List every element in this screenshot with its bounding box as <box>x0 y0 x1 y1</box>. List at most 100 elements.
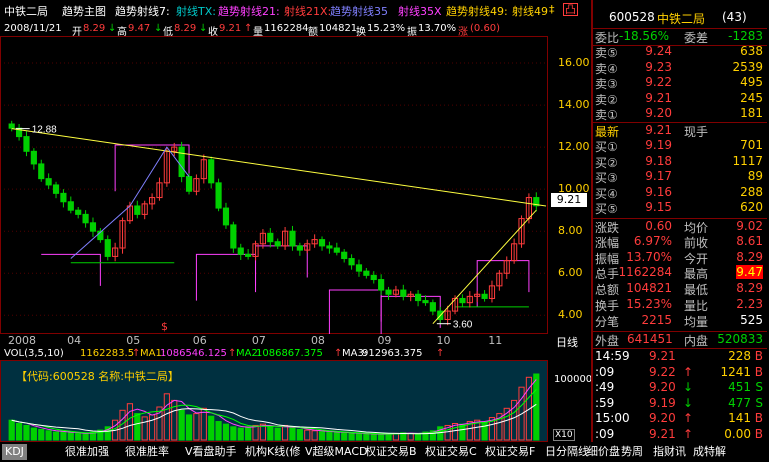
indicator-tab[interactable]: 指财讯 <box>650 444 689 460</box>
volume-bar[interactable] <box>215 421 222 441</box>
volume-bar[interactable] <box>341 432 348 441</box>
volume-bar[interactable] <box>533 373 540 441</box>
candle[interactable] <box>134 205 141 215</box>
candle[interactable] <box>326 245 333 249</box>
indicator-tab[interactable]: V超级MACD <box>302 444 371 460</box>
volume-bar[interactable] <box>45 430 52 441</box>
volume-bar[interactable] <box>370 433 377 441</box>
x10-button[interactable]: X10 <box>553 429 575 441</box>
indicator-tab[interactable]: KDJ <box>2 444 27 460</box>
candle[interactable] <box>370 274 377 281</box>
candle[interactable] <box>385 289 392 295</box>
volume-bar[interactable] <box>82 433 89 441</box>
indicator-tab[interactable]: 很准加强 <box>62 444 112 460</box>
volume-bar[interactable] <box>208 415 215 441</box>
stat-row[interactable]: 涨幅 6.97% 前收 8.61 <box>591 234 767 250</box>
indicator-tab[interactable]: V看盘助手 <box>182 444 240 460</box>
volume-bar[interactable] <box>318 430 326 441</box>
volume-bar[interactable] <box>185 414 193 441</box>
volume-bar[interactable] <box>230 426 237 441</box>
stock-name[interactable]: 中铁二局 <box>4 3 48 19</box>
tick-row[interactable]: :09 9.22 ↑ 1241 B <box>591 365 767 381</box>
candle[interactable] <box>378 279 385 291</box>
candle[interactable] <box>318 239 326 247</box>
stat-row[interactable]: 总额 104821 最低 8.29 <box>591 281 767 297</box>
volume-bar[interactable] <box>414 433 422 441</box>
candle[interactable] <box>422 300 429 304</box>
volume-bar[interactable] <box>274 427 281 441</box>
volume-bar[interactable] <box>355 432 363 441</box>
candle[interactable] <box>400 289 407 297</box>
candle[interactable] <box>67 201 74 211</box>
candle[interactable] <box>60 192 67 203</box>
candle[interactable] <box>355 264 363 272</box>
volume-bar[interactable] <box>326 431 333 441</box>
candle[interactable] <box>296 245 303 251</box>
tick-row[interactable]: :49 9.20 ↓ 451 S <box>591 380 767 396</box>
candle[interactable] <box>89 222 97 232</box>
candle[interactable] <box>245 253 252 257</box>
indicator-name[interactable]: 趋势主图 <box>62 3 106 19</box>
candle[interactable] <box>237 247 244 255</box>
price-chart[interactable]: 12.88 3.60 <box>0 36 588 334</box>
volume-bar[interactable] <box>23 424 30 441</box>
candle[interactable] <box>274 241 281 247</box>
stat-row[interactable]: 涨跌 0.60 均价 9.02 <box>591 218 767 235</box>
candle[interactable] <box>289 230 296 247</box>
sell-level-row[interactable]: 卖① 9.20 181 <box>591 106 767 122</box>
buy-level-row[interactable]: 买② 9.18 1117 <box>591 154 767 170</box>
candle[interactable] <box>341 251 348 260</box>
indicator-tab[interactable]: 很准胜率 <box>122 444 172 460</box>
volume-bar[interactable] <box>134 413 141 441</box>
volume-bar[interactable] <box>385 433 392 441</box>
candle[interactable] <box>481 293 488 299</box>
candle[interactable] <box>82 213 89 224</box>
sell-level-row[interactable]: 卖③ 9.22 495 <box>591 75 767 91</box>
volume-bar[interactable] <box>437 426 444 441</box>
candle[interactable] <box>178 146 185 178</box>
sell-level-row[interactable]: 卖④ 9.23 2539 <box>591 60 767 76</box>
volume-bar[interactable] <box>8 419 15 441</box>
volume-bar[interactable] <box>60 430 67 441</box>
candle[interactable] <box>45 178 52 186</box>
indicator-tab[interactable]: 权证交易F <box>482 444 538 460</box>
candle[interactable] <box>414 293 422 302</box>
buy-level-row[interactable]: 买① 9.19 701 <box>591 138 767 154</box>
volume-bar[interactable] <box>363 433 370 441</box>
indicator-tab[interactable]: 权证交易C <box>422 444 480 460</box>
volume-bar[interactable] <box>67 432 74 441</box>
volume-bar[interactable] <box>237 427 244 441</box>
stat-row[interactable]: 换手 15.23% 量比 2.23 <box>591 297 767 313</box>
candle[interactable] <box>459 297 466 304</box>
volume-bar[interactable] <box>222 423 230 441</box>
tick-row[interactable]: 15:00 9.20 ↑ 141 B <box>591 411 767 427</box>
volume-bar[interactable] <box>245 426 252 441</box>
indicator-tab[interactable]: 机构K线(修 <box>242 444 304 460</box>
tick-row[interactable]: :09 9.21 ↑ 0.00 B <box>591 427 767 443</box>
candle[interactable] <box>30 150 37 165</box>
indicator-tab[interactable]: 势周 <box>618 444 646 460</box>
s-marker[interactable]: $ <box>161 320 168 333</box>
candle[interactable] <box>333 247 340 253</box>
volume-bar[interactable] <box>289 426 296 441</box>
volume-bar[interactable] <box>38 428 45 441</box>
volume-bar[interactable] <box>296 428 303 441</box>
stat-row[interactable]: 分笔 2215 均量 525 <box>591 313 767 329</box>
candle[interactable] <box>222 207 230 226</box>
stat-row[interactable]: 总手 1162284 最高 9.47 <box>591 265 767 281</box>
candle[interactable] <box>348 258 355 266</box>
candle[interactable] <box>8 123 15 129</box>
indicator-tab[interactable]: 成特解 <box>690 444 729 460</box>
candle[interactable] <box>52 184 60 194</box>
volume-bar[interactable] <box>52 431 60 441</box>
volume-bar[interactable] <box>15 423 23 441</box>
volume-bar[interactable] <box>267 426 274 441</box>
candle[interactable] <box>75 209 82 215</box>
tick-row[interactable]: 14:59 9.21 228 B <box>591 349 767 365</box>
volume-bar[interactable] <box>348 432 355 441</box>
buy-level-row[interactable]: 买③ 9.17 89 <box>591 169 767 185</box>
candle[interactable] <box>208 159 215 184</box>
tick-row[interactable]: :59 9.19 ↓ 477 S <box>591 396 767 412</box>
ma49-box[interactable]: 凸 <box>563 3 578 16</box>
buy-level-row[interactable]: 买⑤ 9.15 620 <box>591 200 767 216</box>
